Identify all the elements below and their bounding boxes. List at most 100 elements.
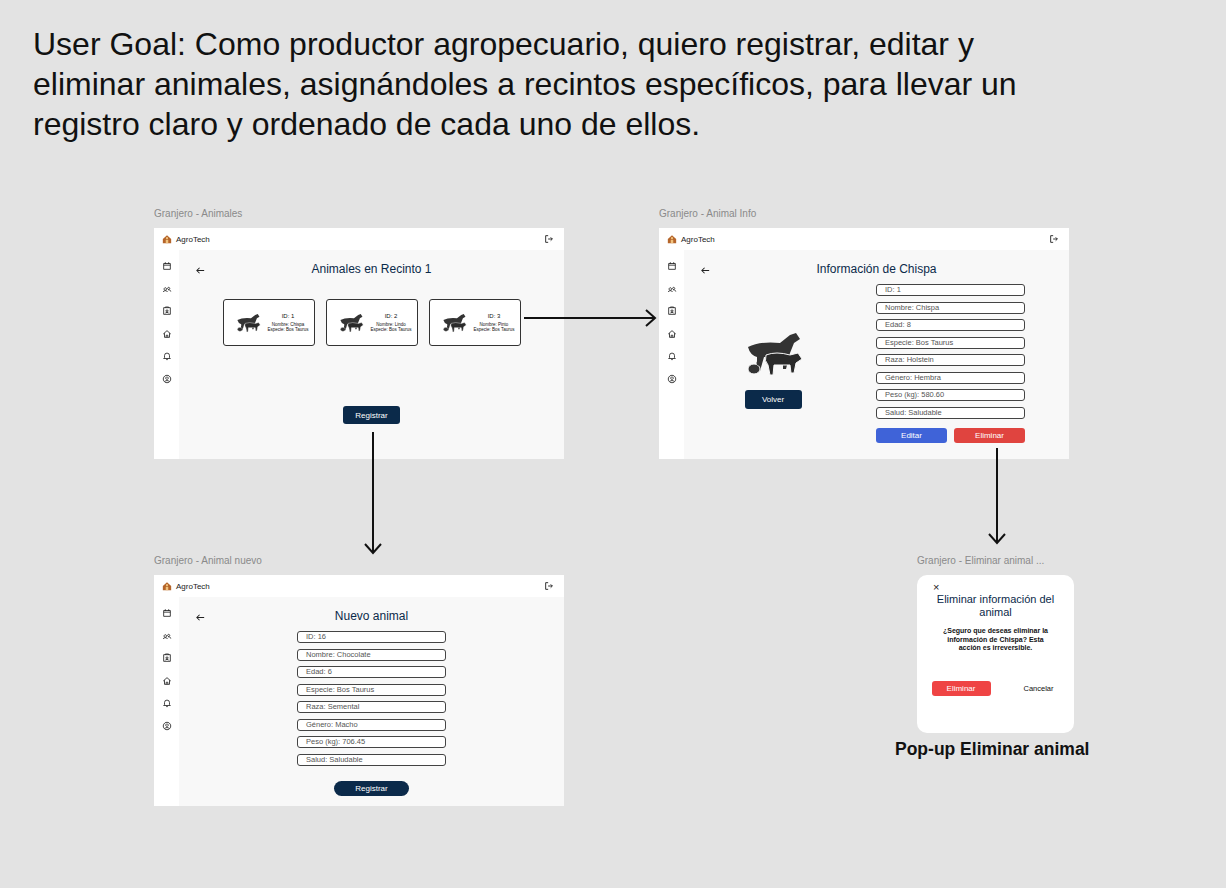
flow-arrows <box>0 0 1226 888</box>
input-field[interactable]: Salud: Saludable <box>297 754 446 766</box>
bell-icon[interactable] <box>162 351 172 361</box>
user-circle-icon[interactable] <box>667 374 677 384</box>
card-name: Nombre: Pinto <box>472 322 517 328</box>
input-field[interactable]: Especie: Bos Taurus <box>297 684 446 696</box>
info-field[interactable]: Peso (kg): 580.60 <box>876 389 1025 401</box>
bell-icon[interactable] <box>162 698 172 708</box>
bell-icon[interactable] <box>667 351 677 361</box>
main-content: Nuevo animalID: 16Nombre: ChocolateEdad:… <box>179 597 564 806</box>
card-species: Especie: Bos Taurus <box>472 327 517 333</box>
animal-card-list: ID: 1Nombre: ChispaEspecie: Bos TaurusID… <box>179 299 564 346</box>
back-arrow-icon[interactable] <box>195 612 206 623</box>
popup-title: Eliminar información del animal <box>933 593 1058 619</box>
input-field[interactable]: Nombre: Chocolate <box>297 649 446 661</box>
user-goal: User Goal: Como productor agropecuario, … <box>33 24 1017 144</box>
sidebar <box>154 597 179 806</box>
app-header: AgroTech <box>154 228 564 250</box>
brand-name: AgroTech <box>176 235 210 244</box>
screen-title: Animales en Recinto 1 <box>311 262 431 276</box>
design-board: User Goal: Como productor agropecuario, … <box>0 0 1226 888</box>
flow-arrow <box>524 310 655 326</box>
card-id: ID: 3 <box>472 313 517 319</box>
logout-icon[interactable] <box>1049 234 1059 244</box>
people-icon[interactable] <box>162 631 172 641</box>
frame-label: Granjero - Animal Info <box>659 208 756 219</box>
home-icon[interactable] <box>162 329 172 339</box>
info-field[interactable]: Raza: Holstein <box>876 354 1025 366</box>
brand-name: AgroTech <box>176 582 210 591</box>
people-icon[interactable] <box>162 284 172 294</box>
register-button[interactable]: Registrar <box>334 781 409 796</box>
info-field[interactable]: Edad: 8 <box>876 319 1025 331</box>
app-header: AgroTech <box>154 575 564 597</box>
animals-icon <box>234 312 262 334</box>
logout-icon[interactable] <box>544 581 554 591</box>
main-content: Información de Chispa Volver ID: 1 Nombre: … <box>684 250 1069 459</box>
animal-card[interactable]: ID: 1Nombre: ChispaEspecie: Bos Taurus <box>223 299 315 346</box>
input-field[interactable]: Raza: Semental <box>297 701 446 713</box>
confirm-delete-button[interactable]: Eliminar <box>932 681 991 696</box>
farm-logo-icon <box>162 234 172 244</box>
back-button[interactable]: Volver <box>745 390 802 409</box>
register-button[interactable]: Registrar <box>343 406 400 424</box>
user-goal-line: registro claro y ordenado de cada uno de… <box>33 104 1017 144</box>
animal-card[interactable]: ID: 2 Nombre: LindoEspecie: Bos Taurus <box>326 299 418 346</box>
action-button[interactable]: Eliminar <box>954 428 1025 443</box>
home-icon[interactable] <box>667 329 677 339</box>
farm-logo-icon <box>667 234 677 244</box>
brand: AgroTech <box>162 234 210 244</box>
sidebar <box>154 250 179 459</box>
main-content: Animales en Recinto 1 ID: 1Nombre: Chispa… <box>179 250 564 459</box>
input-field[interactable]: Peso (kg): 706.45 <box>297 736 446 748</box>
input-field[interactable]: ID: 16 <box>297 631 446 643</box>
card-species: Especie: Bos Taurus <box>266 327 311 333</box>
info-field[interactable]: Género: Hembra <box>876 372 1025 384</box>
clipboard-user-icon[interactable] <box>162 653 172 663</box>
user-goal-line: eliminar animales, asignándoles a recint… <box>33 64 1017 104</box>
card-name: Nombre: Lindo <box>369 322 414 328</box>
back-arrow-icon[interactable] <box>195 265 206 276</box>
animal-card[interactable]: ID: 3 Nombre: PintoEspecie: Bos Taurus <box>429 299 521 346</box>
logout-icon[interactable] <box>544 234 554 244</box>
popup-message: ¿Seguro que deseas eliminar la informaci… <box>941 627 1051 653</box>
calendar-icon[interactable] <box>162 261 172 271</box>
cancel-button[interactable]: Cancelar <box>1017 682 1059 695</box>
screen-frame: AgroTechNuevo animalID: 16Nombre: Chocol… <box>154 575 564 806</box>
brand: AgroTech <box>667 234 715 244</box>
action-button[interactable]: Editar <box>876 428 947 443</box>
animals-icon <box>440 312 468 334</box>
user-circle-icon[interactable] <box>162 721 172 731</box>
calendar-icon[interactable] <box>667 261 677 271</box>
input-field[interactable]: Género: Macho <box>297 719 446 731</box>
card-id: ID: 2 <box>369 313 414 319</box>
card-name: Nombre: Chispa <box>266 322 311 328</box>
farm-logo-icon <box>162 581 172 591</box>
calendar-icon[interactable] <box>162 608 172 618</box>
home-icon[interactable] <box>162 676 172 686</box>
screen-frame: AgroTech Información de Chispa Volver ID: 1… <box>659 228 1069 459</box>
user-goal-line: User Goal: Como productor agropecuario, … <box>33 24 1017 64</box>
input-field[interactable]: Edad: 6 <box>297 666 446 678</box>
info-field[interactable]: Salud: Saludable <box>876 407 1025 419</box>
clipboard-user-icon[interactable] <box>667 306 677 316</box>
frame-label: Granjero - Eliminar animal ... <box>917 555 1044 566</box>
back-arrow-icon[interactable] <box>700 265 711 276</box>
close-button[interactable]: × <box>933 581 939 593</box>
screen-title: Información de Chispa <box>816 262 936 276</box>
user-circle-icon[interactable] <box>162 374 172 384</box>
people-icon[interactable] <box>667 284 677 294</box>
sidebar <box>659 250 684 459</box>
flow-arrow <box>365 432 381 553</box>
info-field[interactable]: ID: 1 <box>876 284 1025 296</box>
clipboard-user-icon[interactable] <box>162 306 172 316</box>
frame-label: Granjero - Animal nuevo <box>154 555 262 566</box>
animals-icon <box>740 329 806 379</box>
info-field[interactable]: Nombre: Chispa <box>876 302 1025 314</box>
brand-name: AgroTech <box>681 235 715 244</box>
popup-caption: Pop-up Eliminar animal <box>895 739 1089 760</box>
brand: AgroTech <box>162 581 210 591</box>
card-species: Especie: Bos Taurus <box>369 327 414 333</box>
frame-label: Granjero - Animales <box>154 208 242 219</box>
screen-frame: AgroTech Animales en Recinto 1 ID: 1Nombre… <box>154 228 564 459</box>
info-field[interactable]: Especie: Bos Taurus <box>876 337 1025 349</box>
